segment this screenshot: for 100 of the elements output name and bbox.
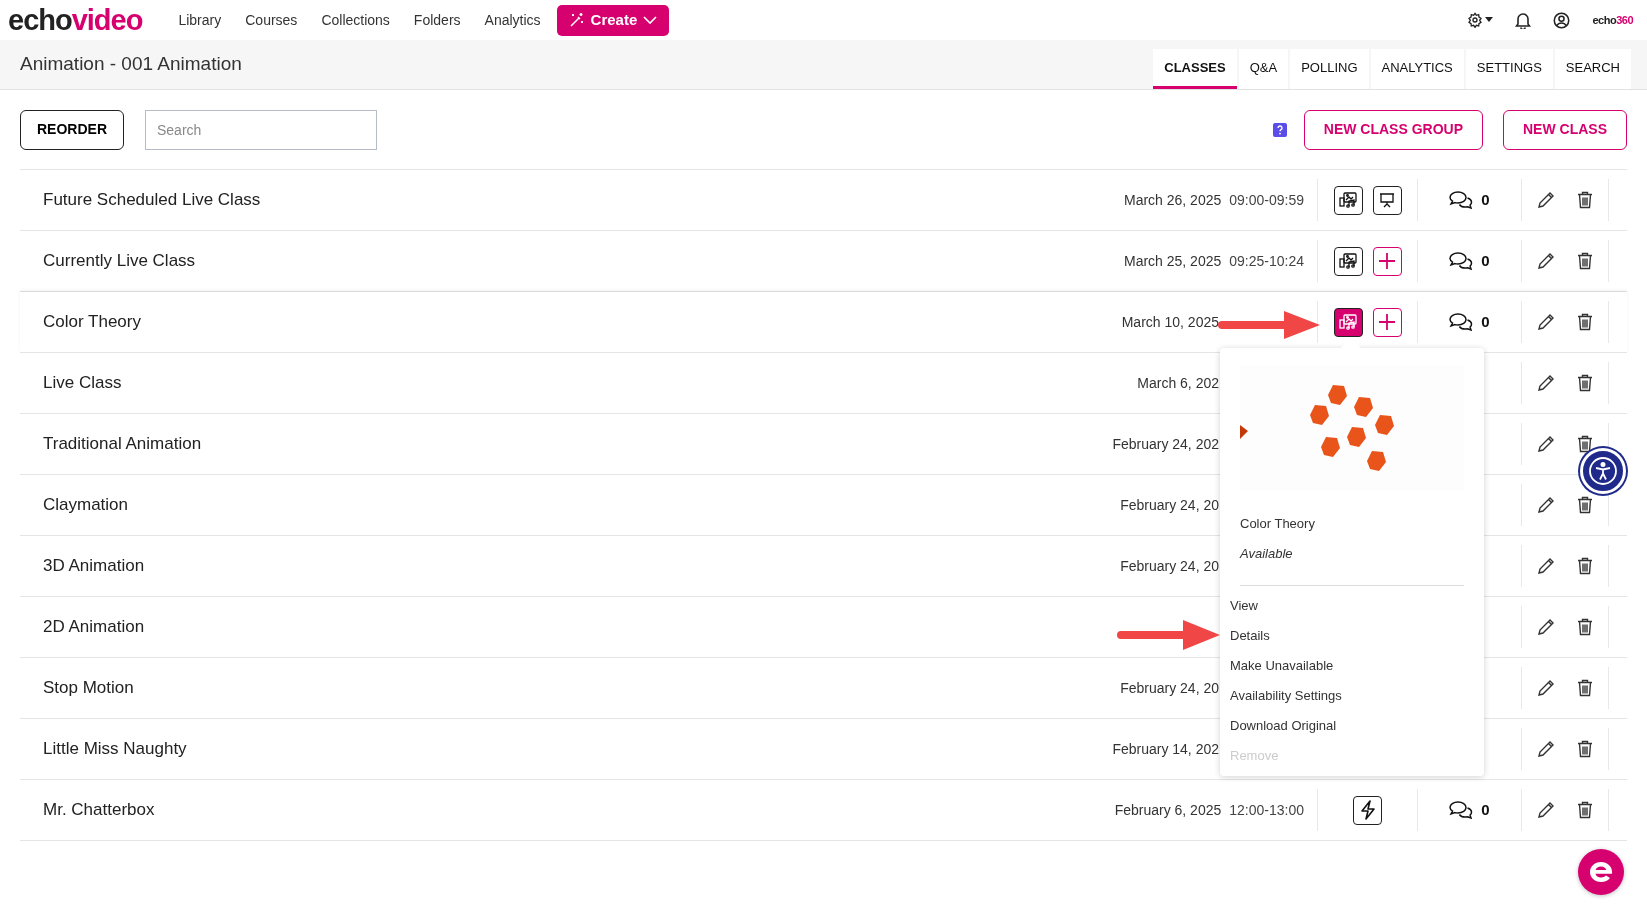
tab[interactable]: ANALYTICS <box>1370 49 1464 89</box>
echovideo-logo[interactable]: echovideo <box>8 5 143 35</box>
class-date: March 26, 2025 <box>1123 190 1222 210</box>
new-class-group-button[interactable]: NEW CLASS GROUP <box>1303 109 1483 150</box>
edit-pencil-icon[interactable] <box>1537 435 1555 453</box>
comment-count: 0 <box>1481 311 1490 332</box>
media-recording-button[interactable] <box>1333 246 1363 276</box>
edit-pencil-icon[interactable] <box>1537 801 1555 819</box>
menu-item[interactable]: Availability Settings <box>1230 681 1342 711</box>
media-recording-icon <box>1339 192 1357 208</box>
trash-icon[interactable] <box>1577 801 1593 819</box>
menu-item[interactable]: Make Unavailable <box>1230 651 1342 681</box>
comment-count: 0 <box>1481 189 1490 210</box>
class-date: March 6, 202 <box>1137 373 1219 393</box>
popover-class-title: Color Theory <box>1240 515 1315 533</box>
lightning-bolt-icon <box>1359 800 1376 820</box>
trash-icon[interactable] <box>1577 252 1593 270</box>
class-title[interactable]: 2D Animation <box>20 614 1219 640</box>
magic-wand-icon <box>568 12 585 28</box>
class-date: February 24, 20 <box>1120 678 1219 698</box>
plus-icon <box>1378 313 1396 331</box>
nav-link[interactable]: Analytics <box>484 9 541 31</box>
chat-bubbles-icon[interactable] <box>1449 312 1474 332</box>
edit-pencil-icon[interactable] <box>1537 374 1555 392</box>
media-recording-button[interactable] <box>1333 185 1363 215</box>
lightning-bolt-button[interactable] <box>1353 795 1382 825</box>
nav-link[interactable]: Courses <box>245 9 298 31</box>
edit-pencil-icon[interactable] <box>1537 557 1555 575</box>
help-icon[interactable] <box>1272 122 1287 137</box>
tab[interactable]: SEARCH <box>1554 49 1631 89</box>
class-title[interactable]: Little Miss Naughty <box>20 736 1113 762</box>
class-title[interactable]: Future Scheduled Live Class <box>20 187 1124 213</box>
echo-e-logo-icon <box>1588 860 1614 884</box>
media-recording-button[interactable] <box>1333 307 1363 337</box>
class-title[interactable]: Mr. Chatterbox <box>20 797 1115 823</box>
echo-chat-button[interactable] <box>1578 849 1624 895</box>
tab[interactable]: POLLING <box>1290 49 1369 89</box>
trash-icon[interactable] <box>1577 740 1593 758</box>
trash-icon[interactable] <box>1577 557 1593 575</box>
trash-icon[interactable] <box>1577 618 1593 636</box>
echo360-logo[interactable]: echo360 <box>1592 11 1633 29</box>
trash-icon[interactable] <box>1577 679 1593 697</box>
class-time: 09:00-09:59 <box>1229 190 1304 210</box>
class-title[interactable]: Color Theory <box>20 309 1122 335</box>
chevron-down-icon <box>643 15 658 25</box>
class-time: 12:00-13:00 <box>1229 800 1304 820</box>
class-title[interactable]: Currently Live Class <box>20 248 1124 274</box>
chat-bubbles-icon[interactable] <box>1449 800 1474 820</box>
comment-count: 0 <box>1481 799 1490 820</box>
tab[interactable]: Q&A <box>1238 49 1289 89</box>
availability-status: Available <box>1240 545 1293 563</box>
menu-item[interactable]: Download Original <box>1230 711 1342 741</box>
plus-icon <box>1378 252 1396 270</box>
search-field[interactable]: Search <box>145 109 377 150</box>
menu-item[interactable]: View <box>1230 591 1342 621</box>
trash-icon[interactable] <box>1577 313 1593 331</box>
media-recording-icon <box>1339 314 1357 330</box>
media-recording-icon <box>1339 253 1357 269</box>
caret-icon[interactable] <box>1485 17 1494 23</box>
nav-link[interactable]: Collections <box>321 9 390 31</box>
user-account-icon[interactable] <box>1553 11 1571 29</box>
menu-item[interactable]: Details <box>1230 621 1342 651</box>
nav-link[interactable]: Folders <box>413 9 461 31</box>
comment-count: 0 <box>1481 250 1490 271</box>
edit-pencil-icon[interactable] <box>1537 740 1555 758</box>
trash-icon[interactable] <box>1577 374 1593 392</box>
class-date: February 14, 202 <box>1112 739 1219 759</box>
settings-icon[interactable] <box>1467 12 1484 28</box>
class-title[interactable]: Claymation <box>20 492 1121 518</box>
course-title: Animation - 001 Animation <box>20 52 242 77</box>
tab[interactable]: SETTINGS <box>1465 49 1553 89</box>
plus-button[interactable] <box>1372 246 1402 276</box>
class-title[interactable]: Traditional Animation <box>20 431 1113 457</box>
create-button[interactable]: Create <box>556 4 670 36</box>
notification-bell-icon[interactable] <box>1515 11 1532 29</box>
new-class-button[interactable]: NEW CLASS <box>1503 109 1627 150</box>
edit-pencil-icon[interactable] <box>1537 191 1555 209</box>
class-time: 09:25-10:24 <box>1229 251 1304 271</box>
class-date: March 10, 2025 <box>1121 312 1219 332</box>
edit-pencil-icon[interactable] <box>1537 618 1555 636</box>
edit-pencil-icon[interactable] <box>1537 679 1555 697</box>
edit-pencil-icon[interactable] <box>1537 496 1555 514</box>
plus-button[interactable] <box>1372 307 1402 337</box>
trash-icon[interactable] <box>1577 496 1593 514</box>
edit-pencil-icon[interactable] <box>1537 313 1555 331</box>
accessibility-button[interactable] <box>1580 448 1626 494</box>
tab[interactable]: CLASSES <box>1153 49 1237 89</box>
class-date: February 6, 2025 <box>1114 800 1222 820</box>
trash-icon[interactable] <box>1577 191 1593 209</box>
edit-pencil-icon[interactable] <box>1537 252 1555 270</box>
nav-link[interactable]: Library <box>178 9 222 31</box>
chat-bubbles-icon[interactable] <box>1449 251 1474 271</box>
class-title[interactable]: 3D Animation <box>20 553 1121 579</box>
class-title[interactable]: Stop Motion <box>20 675 1121 701</box>
class-title[interactable]: Live Class <box>20 370 1138 396</box>
trash-icon[interactable] <box>1577 435 1593 453</box>
chat-bubbles-icon[interactable] <box>1449 190 1474 210</box>
reorder-button[interactable]: REORDER <box>20 109 124 150</box>
class-date: February 24, 202 <box>1112 434 1219 454</box>
presentation-board-button[interactable] <box>1372 185 1402 215</box>
